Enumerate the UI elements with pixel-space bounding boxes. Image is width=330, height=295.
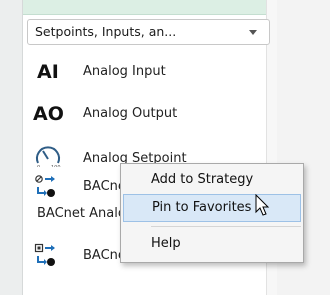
menu-item-pin-to-favorites[interactable]: Pin to Favorites [123,194,301,222]
svg-text:100: 100 [51,165,61,167]
analog-output-icon: AO [33,103,64,125]
left-margin [0,0,23,295]
list-item-analog-input[interactable]: AI Analog Input [27,55,267,89]
mouse-pointer-icon [255,194,270,216]
list-item-label: Analog Input [83,64,166,79]
list-item-label: Analog Output [83,106,178,121]
menu-separator [151,226,301,227]
panel-header-strip [23,0,276,15]
list-item-analog-output[interactable]: AO Analog Output [27,97,267,131]
svg-text:0: 0 [37,165,40,167]
menu-item-help[interactable]: Help [123,230,301,258]
chevron-down-icon[interactable] [249,30,257,35]
bacnet-binary-icon [34,239,58,273]
bacnet-icon [34,170,58,204]
category-dropdown-value: Setpoints, Inputs, an... [35,24,177,39]
analog-input-icon: AI [37,61,59,83]
context-menu: Add to Strategy Pin to Favorites Help [120,163,304,263]
list-item-bacnet-analog-plain[interactable]: BACnet Analog [37,204,120,224]
menu-item-add-to-strategy[interactable]: Add to Strategy [123,166,301,194]
list-item-bacnet-analog[interactable]: BACnet Analog [27,170,120,204]
list-item-label: BACnet Analog [83,179,120,194]
gauge-icon: 0 100 [34,139,62,167]
category-dropdown[interactable]: Setpoints, Inputs, an... [27,19,270,45]
